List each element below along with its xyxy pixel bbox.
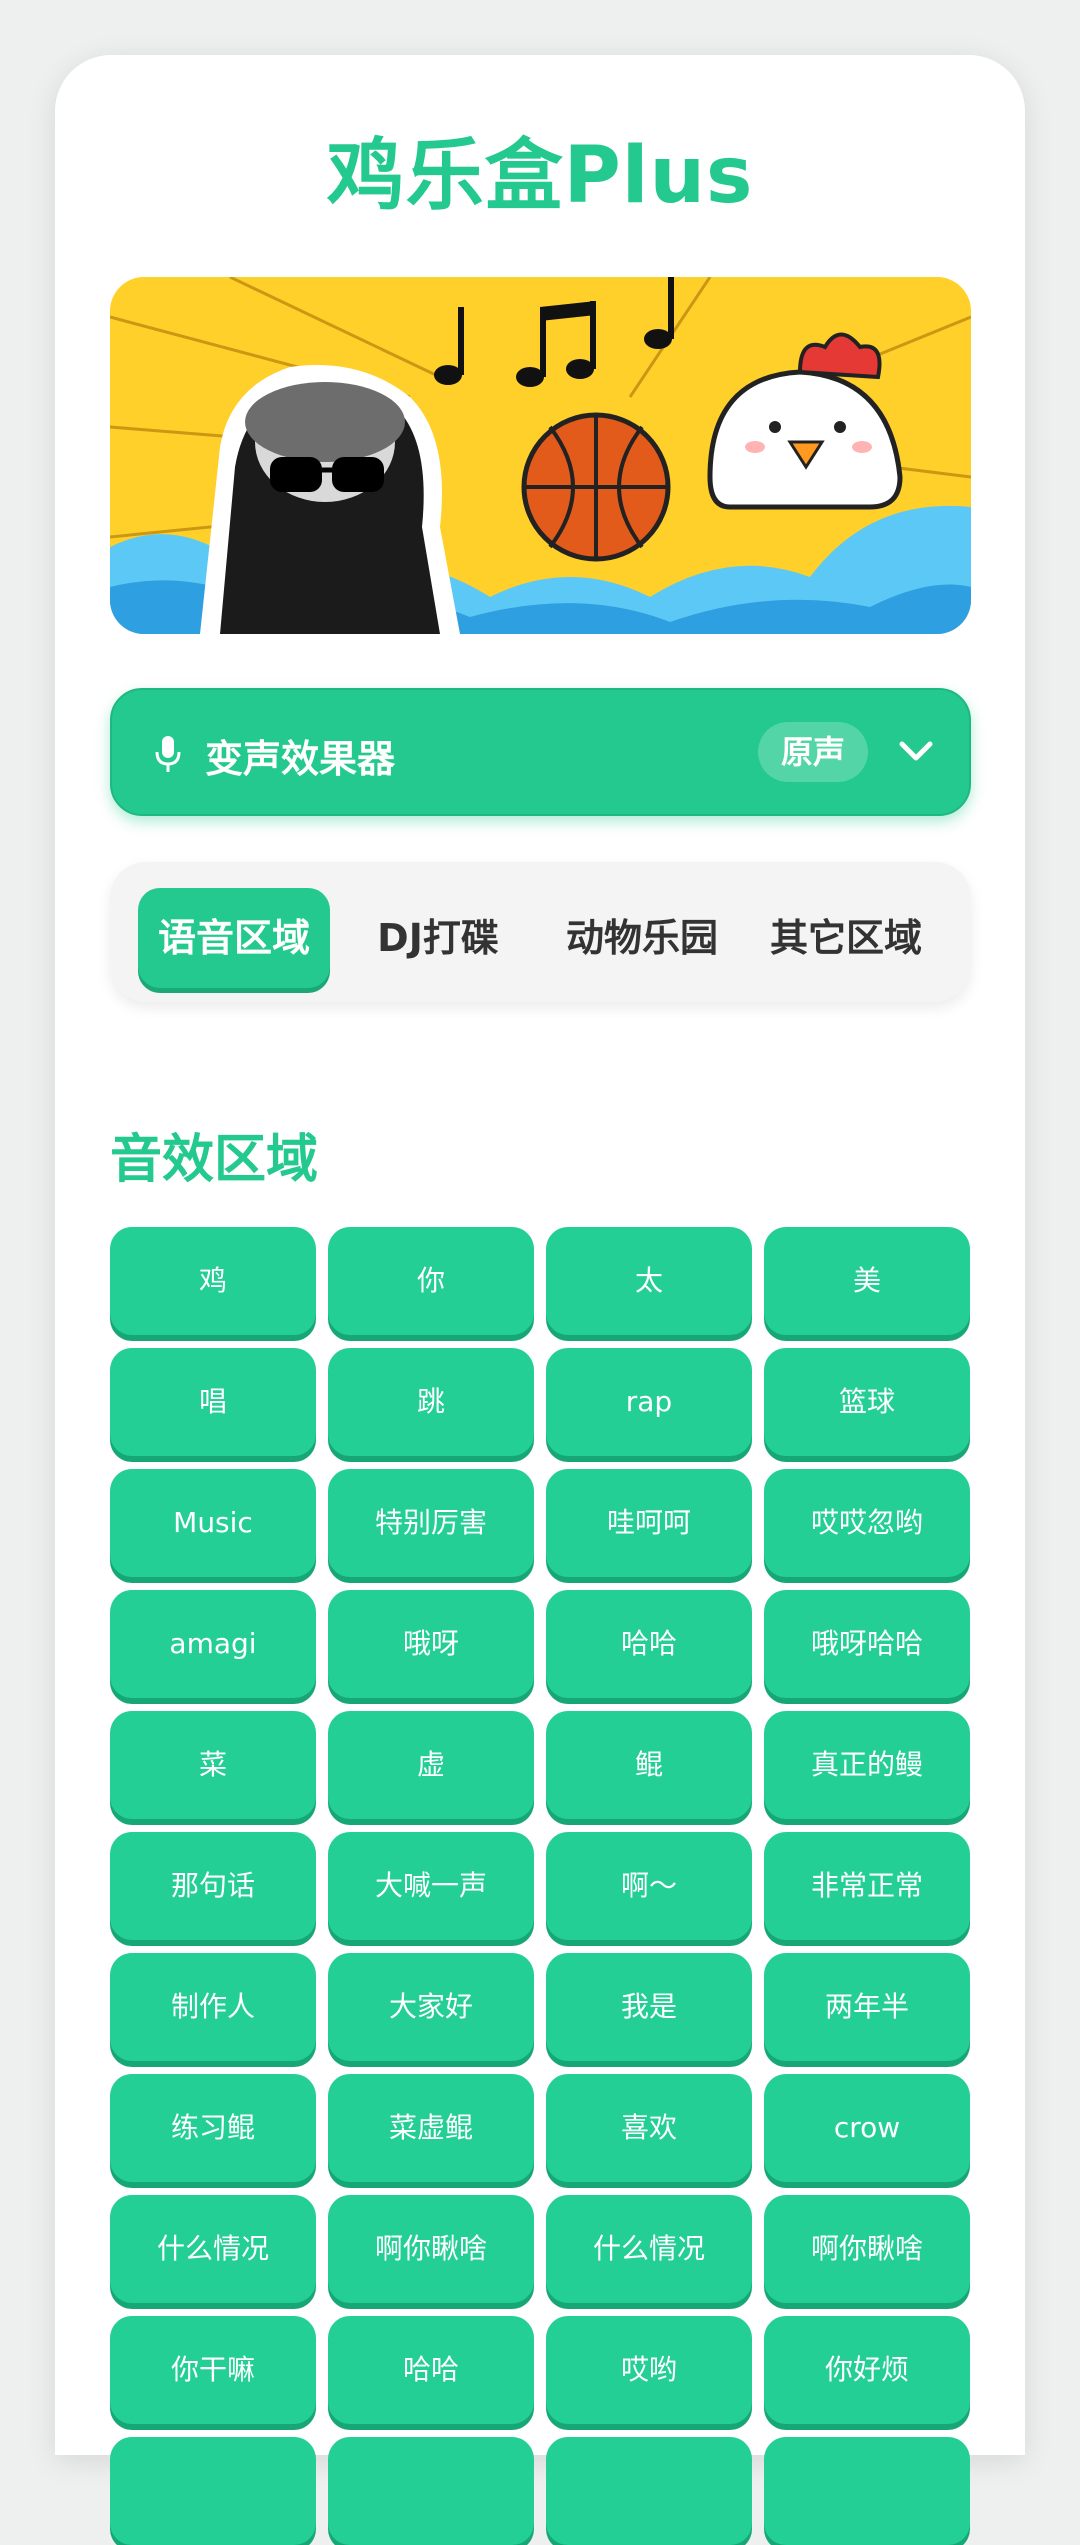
sound-button-partial[interactable] <box>546 2437 752 2545</box>
sound-button[interactable]: 哈哈 <box>328 2316 534 2424</box>
sound-button[interactable]: 练习鲲 <box>110 2074 316 2182</box>
banner-image <box>110 277 971 634</box>
sound-button[interactable]: 菜 <box>110 1711 316 1819</box>
voice-changer-label: 变声效果器 <box>205 737 396 781</box>
sound-button[interactable]: 哇呵呵 <box>546 1469 752 1577</box>
sound-button[interactable]: 什么情况 <box>110 2195 316 2303</box>
sound-button[interactable]: Music <box>110 1469 316 1577</box>
section-title: 音效区域 <box>110 1130 319 1190</box>
sound-button[interactable]: 唱 <box>110 1348 316 1456</box>
tab-other-area[interactable]: 其它区域 <box>750 888 942 988</box>
sound-button[interactable]: 大家好 <box>328 1953 534 2061</box>
sound-button[interactable]: 篮球 <box>764 1348 970 1456</box>
voice-changer-dropdown[interactable]: 变声效果器 原声 <box>110 688 971 816</box>
sound-button[interactable]: rap <box>546 1348 752 1456</box>
main-card: 鸡乐盒Plus 变声效果器 原声 语音区域 DJ打碟 动物乐园 其它区域 音效区… <box>55 55 1025 2545</box>
sound-button[interactable]: crow <box>764 2074 970 2182</box>
sound-button[interactable]: 那句话 <box>110 1832 316 1940</box>
sound-button[interactable]: 啊你瞅啥 <box>328 2195 534 2303</box>
sound-button[interactable]: 哈哈 <box>546 1590 752 1698</box>
sound-button[interactable]: 非常正常 <box>764 1832 970 1940</box>
sound-button[interactable]: 哎哟 <box>546 2316 752 2424</box>
app-title: 鸡乐盒Plus <box>326 131 754 221</box>
sound-button[interactable]: 你 <box>328 1227 534 1335</box>
sound-button[interactable]: 你好烦 <box>764 2316 970 2424</box>
sound-button[interactable]: 特别厉害 <box>328 1469 534 1577</box>
sound-button[interactable]: 跳 <box>328 1348 534 1456</box>
sound-button[interactable]: 太 <box>546 1227 752 1335</box>
sound-button-partial[interactable] <box>110 2437 316 2545</box>
sound-button[interactable]: 大喊一声 <box>328 1832 534 1940</box>
sound-button[interactable]: 什么情况 <box>546 2195 752 2303</box>
sound-button[interactable]: 啊你瞅啥 <box>764 2195 970 2303</box>
sound-button[interactable]: 真正的鳗 <box>764 1711 970 1819</box>
sound-button[interactable]: 两年半 <box>764 1953 970 2061</box>
microphone-icon <box>155 736 181 772</box>
sound-button[interactable]: 虚 <box>328 1711 534 1819</box>
sound-button[interactable]: 美 <box>764 1227 970 1335</box>
sound-button-partial[interactable] <box>764 2437 970 2545</box>
tab-voice-area[interactable]: 语音区域 <box>138 888 330 988</box>
sound-button[interactable]: 制作人 <box>110 1953 316 2061</box>
sound-button[interactable]: 鸡 <box>110 1227 316 1335</box>
sound-button[interactable]: 你干嘛 <box>110 2316 316 2424</box>
sound-button[interactable]: 哦呀哈哈 <box>764 1590 970 1698</box>
sound-button[interactable]: 喜欢 <box>546 2074 752 2182</box>
sound-button-partial[interactable] <box>328 2437 534 2545</box>
category-tabs: 语音区域 DJ打碟 动物乐园 其它区域 <box>110 862 971 1002</box>
chevron-down-icon[interactable] <box>896 736 936 768</box>
tab-dj[interactable]: DJ打碟 <box>342 888 534 988</box>
voice-effect-value[interactable]: 原声 <box>758 722 868 782</box>
tab-animal-park[interactable]: 动物乐园 <box>546 888 738 988</box>
sound-button[interactable]: 我是 <box>546 1953 752 2061</box>
sound-button[interactable]: amagi <box>110 1590 316 1698</box>
sound-button[interactable]: 啊～ <box>546 1832 752 1940</box>
sound-button[interactable]: 哦呀 <box>328 1590 534 1698</box>
sound-button[interactable]: 哎哎忽哟 <box>764 1469 970 1577</box>
basketball-icon <box>521 412 671 562</box>
sound-button[interactable]: 鲲 <box>546 1711 752 1819</box>
sound-button[interactable]: 菜虚鲲 <box>328 2074 534 2182</box>
